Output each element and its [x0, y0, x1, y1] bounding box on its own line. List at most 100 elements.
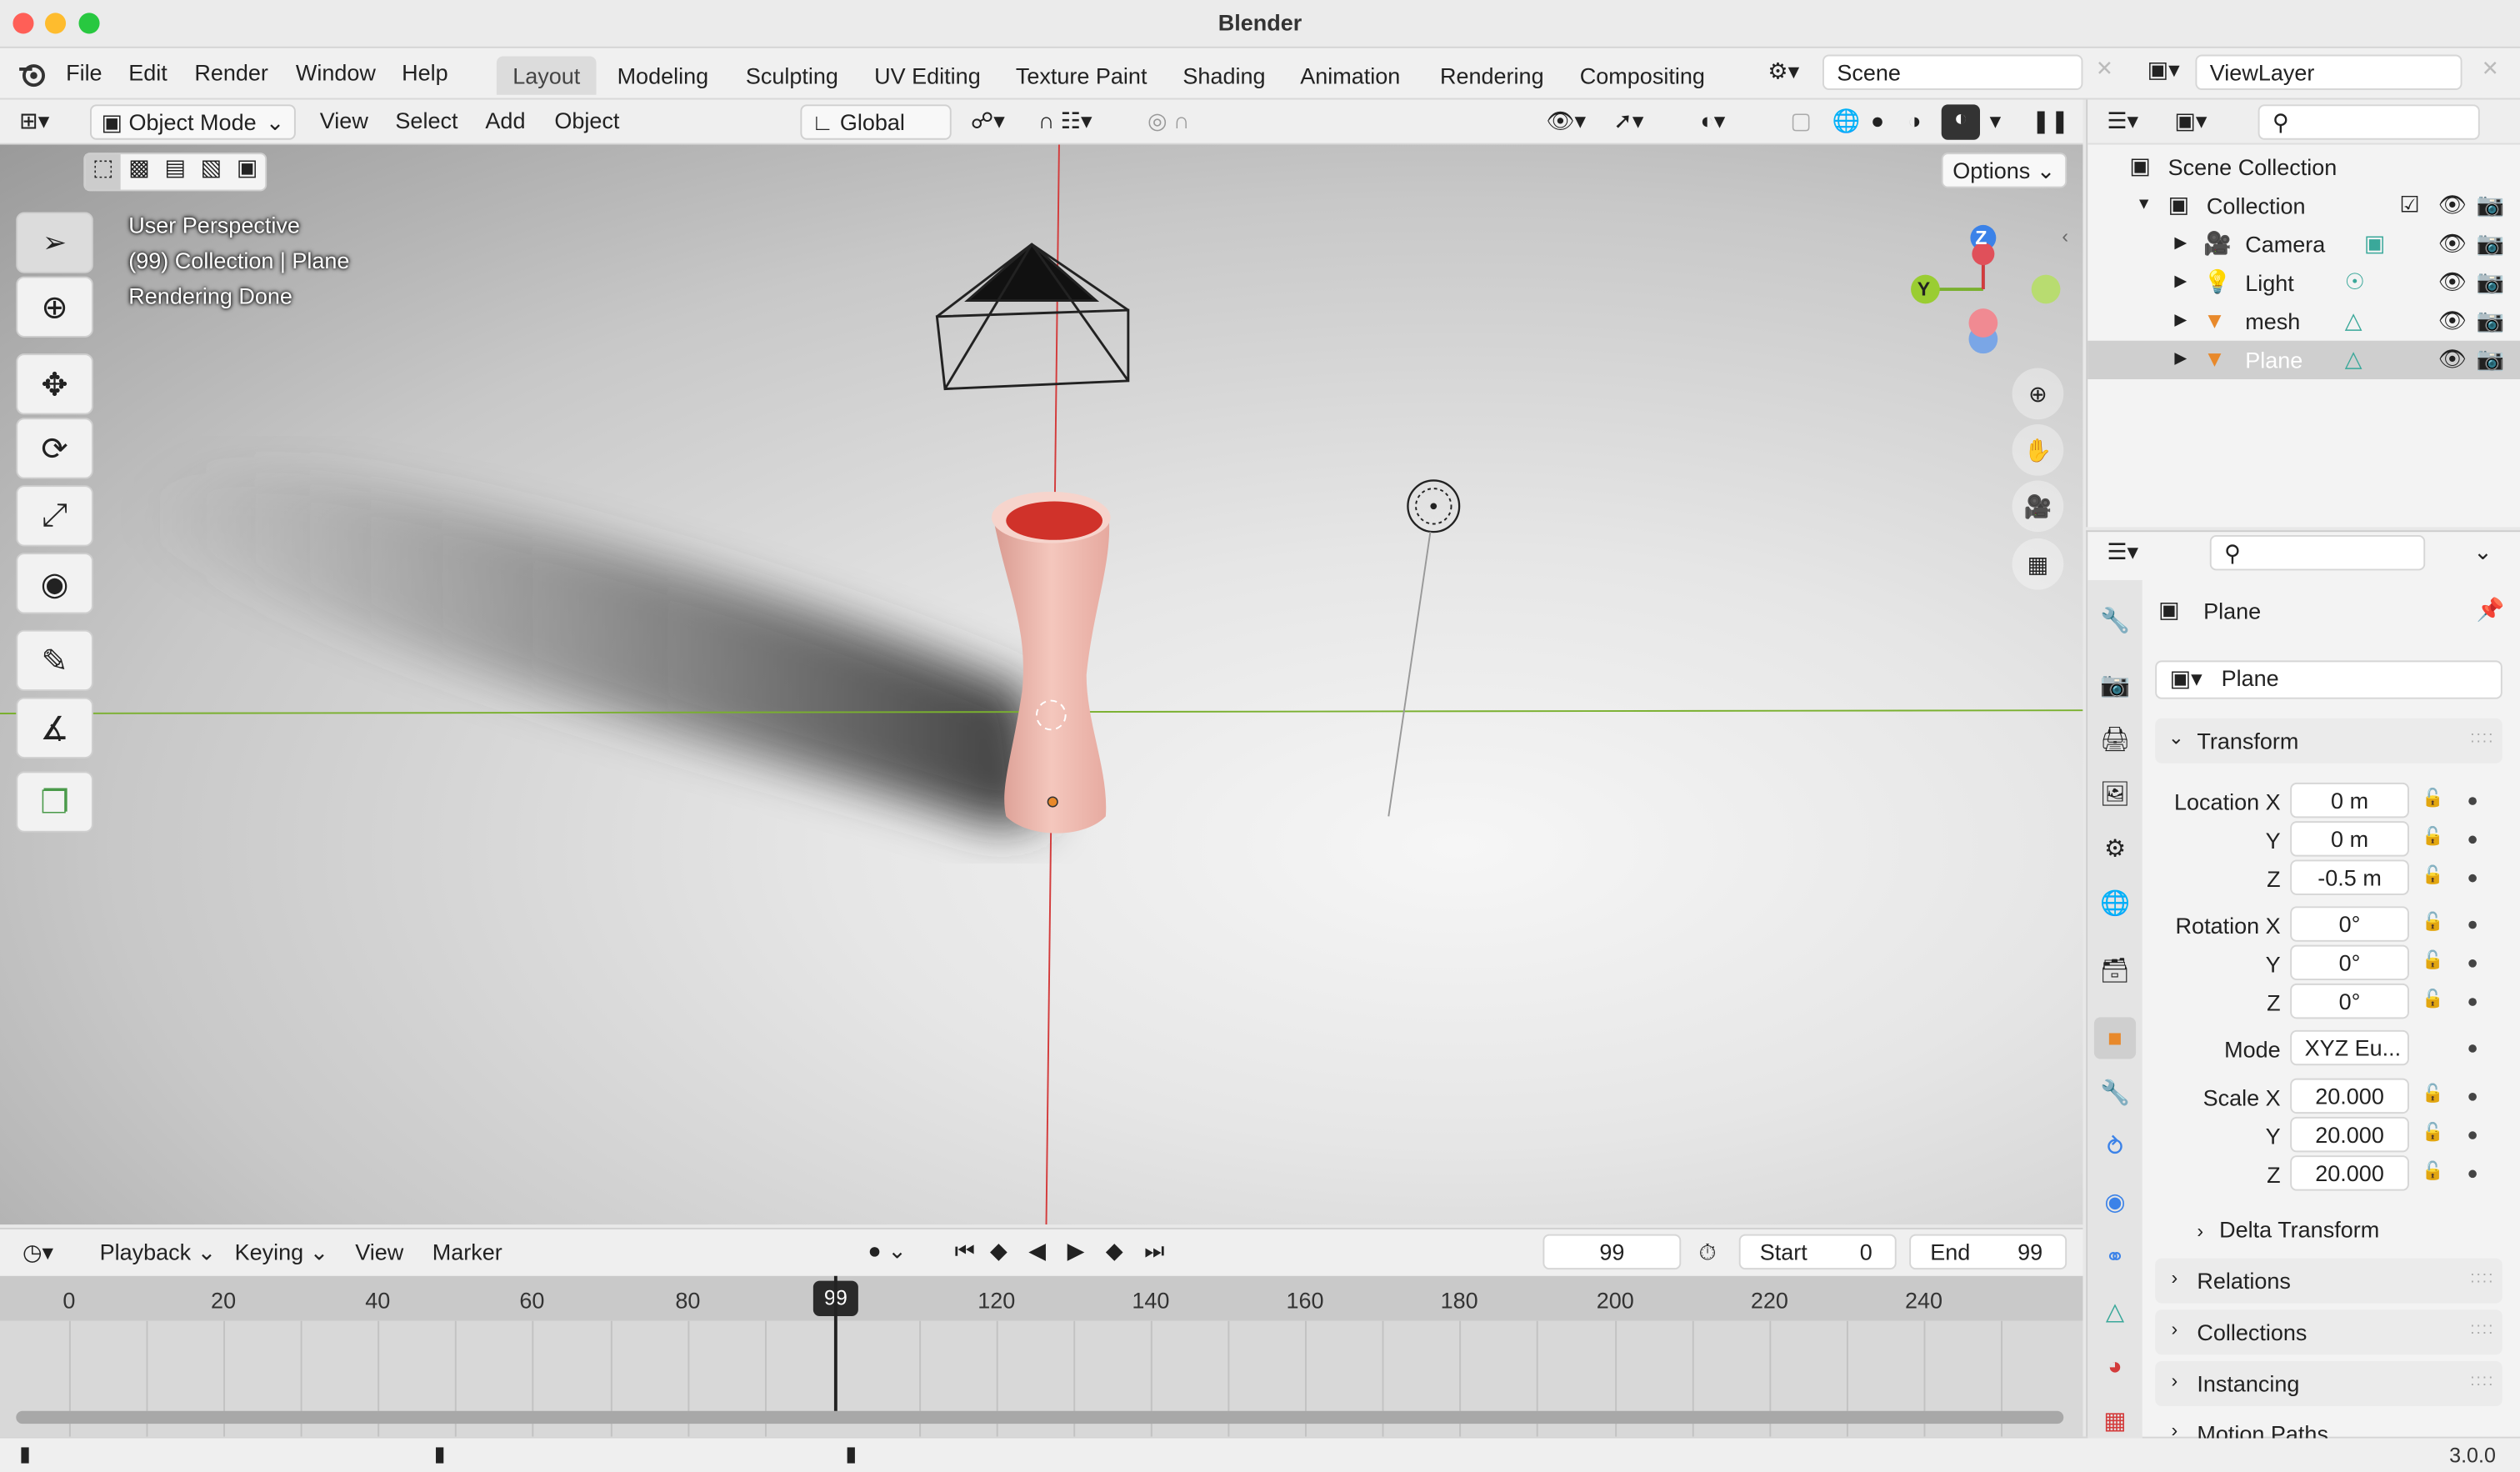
eye-icon[interactable]: 👁: [2438, 191, 2467, 218]
menu-object[interactable]: Object: [554, 108, 619, 133]
drag-handle-icon[interactable]: ::::: [2470, 1321, 2494, 1339]
outliner-row-mesh[interactable]: ▶ ▼ mesh △ 👁 📷: [2088, 302, 2520, 340]
scene-selector[interactable]: Scene: [1822, 54, 2083, 90]
expand-arrow-icon[interactable]: ▶: [2174, 273, 2187, 291]
modifier-tab-icon[interactable]: 🔧: [2094, 1072, 2136, 1114]
perspective-toggle-icon[interactable]: ▦: [2012, 538, 2064, 590]
expand-arrow-icon[interactable]: ▶: [2174, 350, 2187, 368]
properties-editor-icon[interactable]: ☰▾: [2107, 538, 2138, 566]
tab-animation[interactable]: Animation: [1284, 56, 1417, 94]
jump-start-icon[interactable]: ⏮: [955, 1238, 975, 1265]
rotation-mode-dropdown[interactable]: XYZ Eu...: [2290, 1029, 2409, 1066]
tool-select-box[interactable]: ➢: [16, 212, 93, 273]
3d-viewport[interactable]: ⬚ ▩ ▤ ▧ ▣ ➢ ⊕ ✥ ⟳ ⤢ ◉ ✎ ∡ ❐ User Perspec…: [0, 144, 2083, 1225]
pan-hand-icon[interactable]: ✋: [2012, 423, 2064, 476]
sidebar-collapse-icon[interactable]: ‹: [2062, 225, 2068, 248]
pause-render-icon[interactable]: ❚❚: [2032, 108, 2069, 135]
timeline-scrollbar[interactable]: [16, 1410, 2064, 1424]
tool-measure[interactable]: ∡: [16, 697, 93, 759]
menu-add[interactable]: Add: [485, 108, 525, 133]
checkbox-icon[interactable]: ☑: [2399, 191, 2419, 218]
properties-options-icon[interactable]: ⌄: [2473, 538, 2492, 566]
mode-dropdown[interactable]: ▣ Object Mode ⌄: [89, 104, 296, 140]
expand-arrow-icon[interactable]: ▶: [2174, 234, 2187, 252]
transform-orientation-dropdown[interactable]: ∟ Global: [800, 104, 952, 140]
expand-arrow-icon[interactable]: ▶: [2174, 312, 2187, 329]
select-extend-icon[interactable]: ▩: [121, 154, 157, 189]
texture-tab-icon[interactable]: ▦: [2094, 1399, 2136, 1441]
lock-icon[interactable]: 🔓: [2422, 826, 2443, 847]
lock-icon[interactable]: 🔓: [2422, 864, 2443, 885]
select-new-icon[interactable]: ⬚: [85, 154, 122, 190]
rotation-z-field[interactable]: 0°: [2290, 983, 2409, 1019]
collection-tab-icon[interactable]: 🗃: [2094, 949, 2136, 991]
render-camera-icon[interactable]: 📷: [2477, 307, 2505, 334]
rotation-x-field[interactable]: 0°: [2290, 906, 2409, 942]
light-data-icon[interactable]: ☉: [2345, 268, 2365, 296]
outliner-row-camera[interactable]: ▶ 🎥 Camera ▣ 👁 📷: [2088, 225, 2520, 263]
keyframe-dot[interactable]: [2468, 1044, 2477, 1053]
scale-z-field[interactable]: 20.000: [2290, 1155, 2409, 1191]
tool-move[interactable]: ✥: [16, 353, 93, 415]
light-object[interactable]: [1388, 479, 1461, 817]
blender-logo-icon[interactable]: [16, 58, 48, 98]
location-x-field[interactable]: 0 m: [2290, 782, 2409, 819]
timeline-view-menu[interactable]: View: [355, 1239, 403, 1264]
eye-icon[interactable]: 👁: [2438, 307, 2467, 334]
tool-transform[interactable]: ◉: [16, 553, 93, 614]
world-tab-icon[interactable]: 🌐: [2094, 882, 2136, 924]
transform-panel-header[interactable]: ⌄ Transform ::::: [2155, 718, 2502, 764]
delta-transform-panel[interactable]: › Delta Transform: [2197, 1216, 2379, 1242]
tab-layout[interactable]: Layout: [496, 56, 597, 95]
tab-rendering[interactable]: Rendering: [1424, 56, 1560, 94]
pin-icon[interactable]: 📌: [2477, 596, 2505, 623]
drag-handle-icon[interactable]: ::::: [2470, 1372, 2494, 1389]
menu-render[interactable]: Render: [194, 59, 268, 85]
play-reverse-icon[interactable]: ◀: [1028, 1238, 1046, 1265]
data-tab-icon[interactable]: △: [2094, 1290, 2136, 1332]
tab-compositing[interactable]: Compositing: [1563, 56, 1721, 94]
properties-search-input[interactable]: ⚲: [2209, 535, 2426, 571]
camera-view-icon[interactable]: 🎥: [2012, 480, 2064, 533]
render-tab-icon[interactable]: 📷: [2094, 663, 2136, 705]
object-tab-icon[interactable]: ■: [2093, 1017, 2137, 1059]
playhead-line[interactable]: [833, 1275, 838, 1421]
location-y-field[interactable]: 0 m: [2290, 821, 2409, 857]
render-camera-icon[interactable]: 📷: [2477, 230, 2505, 258]
select-invert-icon[interactable]: ▧: [193, 154, 229, 189]
playback-menu[interactable]: Playback ⌄: [100, 1239, 217, 1266]
start-frame-field[interactable]: Start 0: [1738, 1234, 1897, 1270]
drag-handle-icon[interactable]: ::::: [2470, 729, 2494, 747]
tool-rotate[interactable]: ⟳: [16, 418, 93, 479]
shading-solid-icon[interactable]: ●: [1871, 108, 1884, 133]
pivot-point-icon[interactable]: ☍▾: [971, 108, 1005, 135]
tool-annotate[interactable]: ✎: [16, 629, 93, 692]
timeline-body[interactable]: [0, 1275, 2083, 1437]
outliner-row-plane[interactable]: ▶ ▼ Plane △ 👁 📷: [2088, 340, 2520, 379]
physics-tab-icon[interactable]: ◉: [2094, 1181, 2136, 1223]
gizmo-toggle-icon[interactable]: ➚▾: [1613, 108, 1643, 135]
lock-icon[interactable]: 🔓: [2422, 989, 2443, 1009]
shading-options-icon[interactable]: ▾: [1990, 108, 2002, 135]
tool-tab-icon[interactable]: 🔧: [2094, 599, 2136, 641]
lock-icon[interactable]: 🔓: [2422, 788, 2443, 809]
tool-add-cube[interactable]: ❐: [16, 771, 93, 833]
keyframe-dot[interactable]: [2468, 1131, 2477, 1139]
shading-wireframe-icon[interactable]: 🌐: [1832, 108, 1861, 135]
shading-rendered-icon[interactable]: ◐: [1941, 104, 1980, 140]
keying-menu[interactable]: Keying ⌄: [235, 1239, 329, 1266]
render-camera-icon[interactable]: 📷: [2477, 191, 2505, 218]
proportional-editing-icon[interactable]: ◎ ∩: [1148, 108, 1189, 135]
tab-modeling[interactable]: Modeling: [601, 56, 724, 94]
options-dropdown[interactable]: Options ⌄: [1941, 153, 2068, 188]
tool-cursor[interactable]: ⊕: [16, 276, 93, 338]
particles-tab-icon[interactable]: ⥁: [2094, 1126, 2136, 1168]
menu-view[interactable]: View: [320, 108, 368, 133]
outliner-row-collection[interactable]: ▼ ▣ Collection ☑ 👁 📷: [2088, 187, 2520, 225]
play-icon[interactable]: ▶: [1068, 1238, 1085, 1265]
menu-edit[interactable]: Edit: [128, 59, 168, 85]
keyframe-dot[interactable]: [2468, 874, 2477, 883]
tool-scale[interactable]: ⤢: [16, 485, 93, 547]
menu-window[interactable]: Window: [296, 59, 376, 85]
remove-scene-icon[interactable]: ✕: [2096, 56, 2113, 82]
